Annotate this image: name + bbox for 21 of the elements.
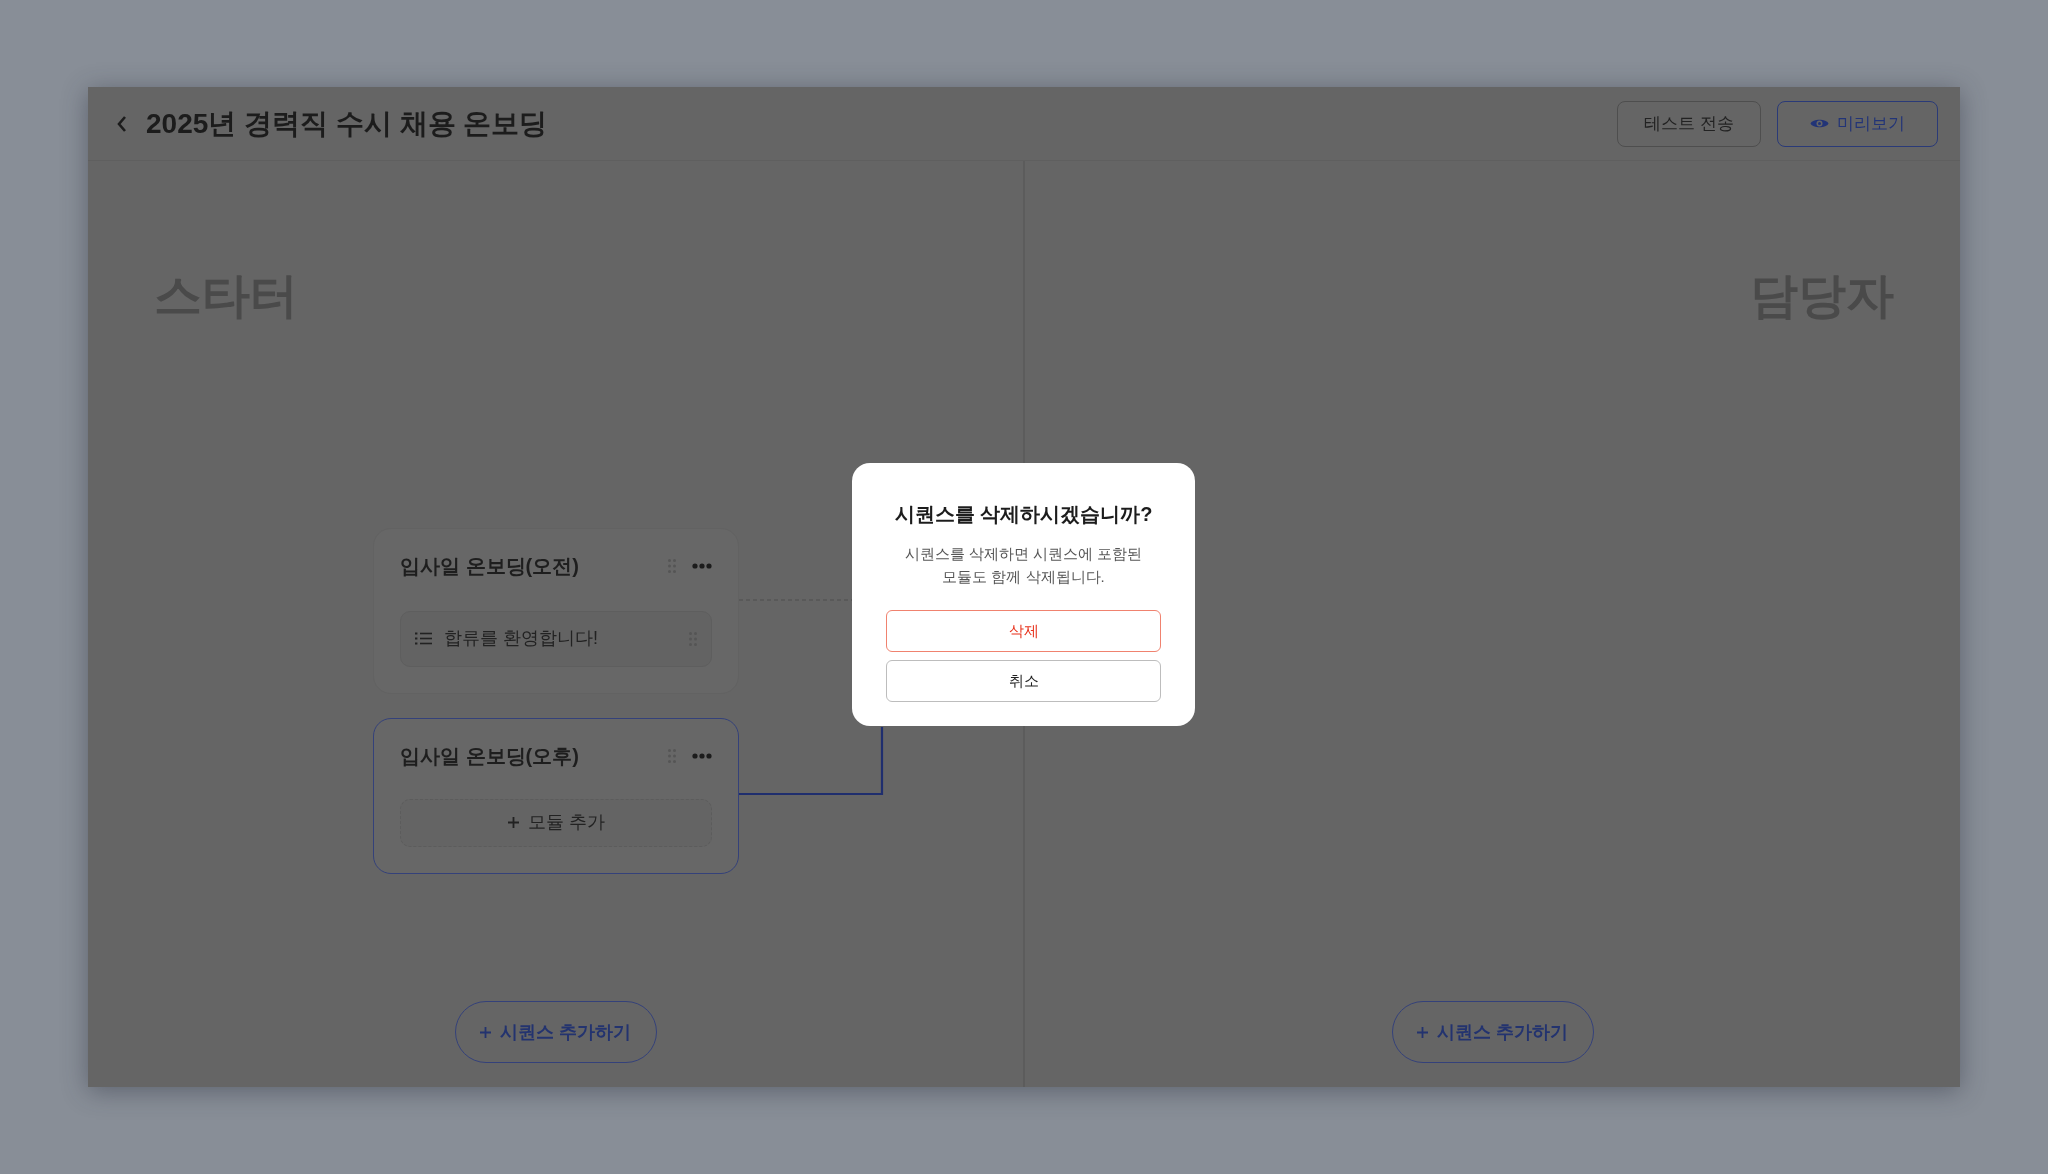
preview-button[interactable]: 미리보기 — [1777, 100, 1938, 147]
sequence-title: 입사일 온보딩(오전) — [400, 553, 579, 579]
plus-icon — [479, 1025, 493, 1039]
eye-icon — [1810, 117, 1829, 130]
plus-icon — [507, 816, 520, 830]
dialog-message: 시퀀스를 삭제하면 시퀀스에 포함된 모듈도 함께 삭제됩니다. — [903, 544, 1144, 587]
plus-icon — [1416, 1025, 1430, 1039]
dialog-title: 시퀀스를 삭제하시겠습니까? — [893, 502, 1154, 527]
cancel-button[interactable]: 취소 — [886, 660, 1161, 702]
page-title: 2025년 경력직 수시 채용 온보딩 — [146, 106, 548, 141]
more-icon[interactable] — [692, 562, 712, 569]
back-icon[interactable] — [116, 114, 128, 133]
module-item[interactable]: 합류를 환영합니다! — [400, 610, 712, 667]
more-icon[interactable] — [692, 752, 712, 759]
add-module-button[interactable]: 모듈 추가 — [400, 798, 712, 847]
delete-button[interactable]: 삭제 — [886, 610, 1161, 652]
sequence-title: 입사일 온보딩(오후) — [400, 743, 579, 769]
test-send-button[interactable]: 테스트 전송 — [1617, 100, 1761, 147]
list-icon — [415, 632, 432, 646]
sequence-card[interactable]: 입사일 온보딩(오후) 모듈 추가 — [373, 717, 739, 874]
module-label: 합류를 환영합니다! — [444, 627, 599, 651]
